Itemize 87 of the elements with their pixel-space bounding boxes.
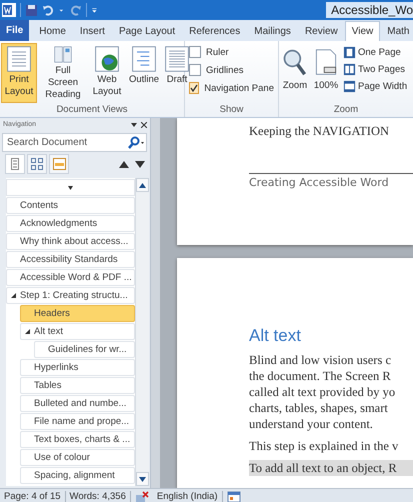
paragraph-line: understand your content. <box>249 416 374 432</box>
group-label: Document Views <box>55 103 129 117</box>
heading-item[interactable]: Guidelines for wr... <box>34 341 135 358</box>
paragraph-line: the document. The Screen R <box>249 368 392 384</box>
previous-heading-icon[interactable] <box>119 160 129 168</box>
heading-item[interactable]: Accessible Word & PDF ... <box>6 269 135 286</box>
ribbon-tab[interactable]: References <box>182 21 248 41</box>
pages-tab[interactable] <box>27 154 47 174</box>
heading-item[interactable]: Spacing, alignment <box>20 467 135 484</box>
page-footer-text: Creating Accessible Word <box>249 175 390 189</box>
view-button[interactable]: Web Layout <box>89 43 125 103</box>
paragraph-line: called alt text provided by yo <box>249 384 396 400</box>
ribbon-tab[interactable]: View <box>344 21 380 41</box>
heading-item[interactable]: Hyperlinks <box>20 359 135 376</box>
next-heading-icon[interactable] <box>135 160 145 168</box>
heading-item[interactable]: Why think about access... <box>6 233 135 250</box>
view-icon <box>163 45 191 73</box>
word-count[interactable]: Words: 4,356 <box>66 491 131 502</box>
ribbon-tab[interactable]: Home <box>32 21 73 41</box>
language-status[interactable]: English (India) <box>152 491 223 502</box>
view-icon <box>93 45 121 73</box>
heading-item[interactable]: Acknowledgments <box>6 215 135 232</box>
zoom-option-button[interactable]: Two Pages <box>343 63 408 76</box>
heading-item[interactable]: Headers <box>20 305 135 322</box>
scroll-up-icon[interactable] <box>139 182 146 188</box>
heading-item[interactable]: Step 1: Creating structu... <box>6 287 135 304</box>
checkbox[interactable] <box>189 46 201 58</box>
headings-tab[interactable] <box>5 154 25 174</box>
results-tab[interactable] <box>49 154 69 174</box>
view-icon <box>5 45 33 73</box>
collapse-all-icon[interactable] <box>68 186 73 190</box>
page-layout-icon <box>343 80 356 93</box>
group-label: Show <box>218 103 244 117</box>
close-icon[interactable] <box>141 122 147 128</box>
checkbox-label: Navigation Pane <box>204 82 274 94</box>
scrollbar[interactable] <box>135 178 149 486</box>
search-field[interactable]: Search Document <box>2 133 147 152</box>
search-icon[interactable] <box>127 136 145 150</box>
checkbox[interactable] <box>189 82 200 94</box>
undo-icon[interactable] <box>42 4 55 16</box>
zoom-option-button[interactable]: One Page <box>343 46 408 59</box>
section-heading: Alt text <box>249 328 302 344</box>
group-label: Zoom <box>332 103 360 117</box>
view-button[interactable]: Print Layout <box>1 43 37 103</box>
thumbnails-icon <box>31 158 43 170</box>
heading-item[interactable]: Tables <box>20 377 135 394</box>
heading-item[interactable]: Use of colour <box>20 449 135 466</box>
ribbon-tab[interactable]: Mailings <box>247 21 298 41</box>
heading-item[interactable]: Accessibility Standards <box>6 251 135 268</box>
ribbon-tab[interactable]: Insert <box>72 21 112 41</box>
headings-icon <box>11 158 19 170</box>
expanded-triangle-icon[interactable] <box>25 329 30 334</box>
paragraph-line: charts, tables, shapes, smart <box>249 400 389 416</box>
heading-item[interactable]: Text boxes, charts & ... <box>20 431 135 448</box>
view-button[interactable]: Outline <box>126 43 162 103</box>
zoom-button[interactable]: 100% <box>311 43 341 103</box>
save-icon[interactable] <box>25 4 38 16</box>
page-count[interactable]: Page: 4 of 15 <box>0 491 66 502</box>
view-button[interactable]: Full Screen Reading <box>38 43 88 103</box>
scroll-down-icon[interactable] <box>139 476 146 482</box>
page-header-text: Keeping the NAVIGATION <box>249 123 390 139</box>
macro-icon[interactable] <box>226 490 241 502</box>
view-button[interactable]: Draft <box>163 43 191 103</box>
ribbon-tab[interactable]: Math <box>380 21 413 41</box>
checkbox[interactable] <box>189 64 201 76</box>
heading-item[interactable]: Contents <box>6 197 135 214</box>
ribbon-tab[interactable]: Review <box>298 21 345 41</box>
pane-menu-icon[interactable] <box>131 122 137 128</box>
paragraph-line: This step is explained in the v <box>249 438 400 454</box>
heading-item[interactable]: Alt text <box>20 323 135 340</box>
window-title: Accessible_Wo <box>326 2 413 18</box>
word-logo-icon <box>2 3 16 17</box>
checkbox-label: Ruler <box>206 46 229 58</box>
heading-item[interactable]: File name and prope... <box>20 413 135 430</box>
paragraph-line: Blind and low vision users c <box>249 352 392 368</box>
results-icon <box>52 158 66 170</box>
ribbon-tab[interactable]: Page Layout <box>112 21 182 41</box>
page-layout-icon <box>343 46 356 59</box>
view-icon <box>130 45 158 73</box>
checkbox-label: Gridlines <box>206 64 244 76</box>
proofing-icon[interactable] <box>134 490 149 502</box>
zoom-option-button[interactable]: Page Width <box>343 80 408 93</box>
file-tab[interactable]: File <box>0 20 30 41</box>
expanded-triangle-icon[interactable] <box>11 293 16 298</box>
heading-item[interactable]: Bulleted and numbe... <box>20 395 135 412</box>
zoom-button[interactable]: Zoom <box>280 43 310 103</box>
page-layout-icon <box>343 63 356 76</box>
